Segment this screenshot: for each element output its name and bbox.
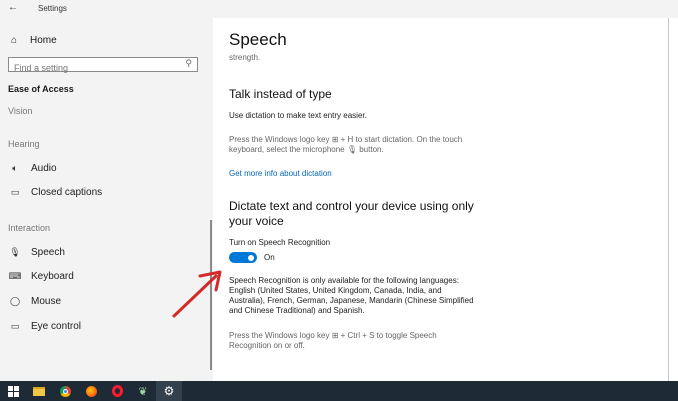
captions-icon: ▭ xyxy=(10,187,20,197)
shortcut-line1: Press the Windows logo key ⊞ + Ctrl + S … xyxy=(229,331,437,340)
talk-heading: Talk instead of type xyxy=(229,87,332,101)
taskbar-settings[interactable]: ⚙ xyxy=(156,381,182,401)
speaker-icon: 🔈︎ xyxy=(12,163,18,173)
windows-start-icon xyxy=(7,385,19,397)
sidebar-item-speech[interactable]: 🎙︎ Speech xyxy=(8,247,65,258)
dictation-instructions-line1: Press the Windows logo key ⊞ + H to star… xyxy=(229,135,463,144)
chrome-icon xyxy=(59,385,71,397)
settings-gear-icon: ⚙ xyxy=(163,384,175,398)
sidebar-item-label: Home xyxy=(30,35,57,46)
category-hearing: Hearing xyxy=(8,139,40,149)
taskbar-chrome[interactable] xyxy=(52,381,78,401)
truncated-text: strength. xyxy=(229,53,261,62)
sidebar-item-label: Eye control xyxy=(31,321,82,332)
mouse-icon: ◯ xyxy=(9,296,21,306)
availability-line3: Australia), French, German, Japanese, Ma… xyxy=(229,296,474,305)
sidebar-item-label: Speech xyxy=(31,247,65,258)
availability-line4: and Chinese Traditional) and Spanish. xyxy=(229,306,365,315)
dictation-instructions-line2: keyboard, select the microphone 🎙 button… xyxy=(229,145,384,154)
sidebar-item-keyboard[interactable]: ⌨︎ Keyboard xyxy=(8,271,74,282)
keyboard-icon: ⌨︎ xyxy=(8,271,22,281)
speech-recognition-toggle-row: On xyxy=(229,252,275,263)
windows-start-button[interactable] xyxy=(0,381,26,401)
taskbar: ❦ ⚙ xyxy=(0,381,678,401)
file-explorer-icon xyxy=(33,386,45,396)
taskbar-firefox[interactable] xyxy=(78,381,104,401)
dictate-heading-line2: your voice xyxy=(229,214,284,228)
sidebar-item-mouse[interactable]: ◯ Mouse xyxy=(8,296,61,307)
sidebar-item-closed-captions[interactable]: ▭ Closed captions xyxy=(8,187,102,198)
taskbar-leaf-app[interactable]: ❦ xyxy=(130,381,156,401)
microphone-icon: 🎙︎ xyxy=(9,247,21,257)
sidebar-item-label: Keyboard xyxy=(31,271,74,282)
sidebar-item-audio[interactable]: 🔈︎ Audio xyxy=(8,163,57,174)
availability-line2: English (United States, United Kingdom, … xyxy=(229,286,442,295)
page-title: Speech xyxy=(229,30,287,49)
sidebar-item-eye-control[interactable]: ▭ Eye control xyxy=(8,321,81,332)
eye-control-icon: ▭ xyxy=(10,321,20,331)
opera-icon xyxy=(111,385,123,397)
search-icon[interactable]: ⚲ xyxy=(185,58,192,69)
toggle-state-label: On xyxy=(264,253,275,262)
sidebar-item-label: Mouse xyxy=(31,296,62,307)
window-title: Settings xyxy=(38,4,67,13)
sidebar-item-label: Closed captions xyxy=(31,187,103,198)
dictate-heading-line1: Dictate text and control your device usi… xyxy=(229,199,474,213)
sidebar-item-home[interactable]: ⌂ Home xyxy=(8,35,57,46)
content-scrollbar[interactable] xyxy=(668,18,669,381)
search-input[interactable] xyxy=(9,62,179,74)
shortcut-line2: Recognition on or off. xyxy=(229,341,305,350)
firefox-icon xyxy=(85,385,97,397)
title-bar: ← Settings xyxy=(0,0,678,18)
leaf-app-icon: ❦ xyxy=(138,385,148,398)
toggle-knob xyxy=(248,254,254,261)
category-vision: Vision xyxy=(8,106,33,116)
dictation-info-link[interactable]: Get more info about dictation xyxy=(229,169,332,178)
speech-recognition-toggle-label: Turn on Speech Recognition xyxy=(229,238,331,247)
category-interaction: Interaction xyxy=(8,223,51,233)
speech-recognition-toggle[interactable] xyxy=(229,252,257,263)
home-icon: ⌂ xyxy=(10,35,18,46)
taskbar-opera[interactable] xyxy=(104,381,130,401)
search-box[interactable]: ⚲ xyxy=(8,57,198,74)
taskbar-file-explorer[interactable] xyxy=(26,381,52,401)
sidebar-item-label: Audio xyxy=(31,163,57,174)
annotation-arrow xyxy=(172,270,222,318)
back-button[interactable]: ← xyxy=(8,2,18,13)
talk-description: Use dictation to make text entry easier. xyxy=(229,111,367,120)
availability-line1: Speech Recognition is only available for… xyxy=(229,276,459,285)
section-title: Ease of Access xyxy=(8,84,74,94)
